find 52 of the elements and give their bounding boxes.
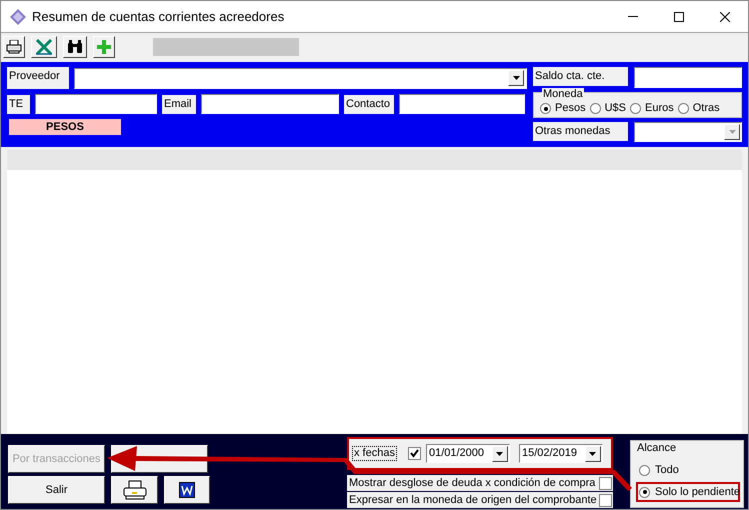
email-label: Email: [162, 94, 196, 114]
spreadsheet-icon[interactable]: [31, 36, 57, 58]
radio-label: Pesos: [555, 102, 586, 115]
window-title: Resumen de cuentas corrientes acreedores: [32, 8, 284, 26]
radio-button[interactable]: [678, 103, 689, 114]
radio-button[interactable]: [540, 103, 551, 114]
radio-label: Todo: [655, 462, 679, 478]
date-to-field[interactable]: 15/02/2019: [518, 444, 603, 463]
exit-button[interactable]: Salir: [8, 476, 105, 504]
option-label: Mostrar desglose de deuda x condición de compra: [349, 476, 596, 491]
radio-button[interactable]: [639, 486, 650, 498]
input-field[interactable]: [399, 94, 525, 114]
proveedor-label: Proveedor: [7, 67, 69, 89]
dropdown-button[interactable]: [492, 446, 508, 462]
currency-badge: PESOS: [9, 119, 121, 135]
radio-button[interactable]: [590, 103, 601, 114]
minimize-icon: [628, 16, 638, 17]
radio-button[interactable]: [639, 464, 650, 476]
group-title: Alcance: [637, 441, 676, 456]
add-icon[interactable]: [93, 36, 115, 58]
dropdown-button[interactable]: [724, 124, 740, 140]
radio-label: Otras: [692, 102, 720, 115]
te-label: TE: [7, 94, 30, 114]
saldo-label: Saldo cta. cte.: [533, 67, 628, 86]
date-from-field[interactable]: 01/01/2000: [426, 444, 510, 463]
otras-monedas-combobox[interactable]: [634, 122, 742, 142]
input-field[interactable]: [634, 67, 742, 88]
app-icon: [10, 8, 26, 24]
radio-label: U$S: [604, 102, 626, 115]
caret-icon: [728, 130, 736, 134]
caret-icon: [512, 76, 520, 80]
option-label: Expresar en la moneda de origen del comprobante: [349, 492, 597, 508]
proveedor-combobox[interactable]: [74, 68, 527, 88]
printer-icon[interactable]: [111, 476, 158, 504]
dropdown-button[interactable]: [584, 446, 601, 462]
group-title: Moneda: [542, 88, 584, 100]
close-icon: [720, 12, 730, 22]
date-filter-label: x fechas: [352, 446, 397, 461]
otras-monedas-label: Otras monedas: [533, 122, 628, 141]
radio-label: Euros: [644, 102, 674, 115]
input-field[interactable]: [201, 94, 339, 114]
maximize-icon: [674, 12, 684, 22]
checkbox[interactable]: [408, 447, 421, 460]
input-field[interactable]: [35, 94, 157, 114]
printer-icon[interactable]: [3, 36, 25, 58]
radio-button[interactable]: [630, 103, 641, 114]
binoculars-icon[interactable]: [63, 36, 87, 58]
document-icon[interactable]: [164, 476, 210, 504]
checkbox[interactable]: [599, 476, 612, 490]
checkbox[interactable]: [599, 494, 612, 506]
dropdown-button[interactable]: [508, 70, 524, 86]
contacto-label: Contacto: [344, 94, 394, 114]
